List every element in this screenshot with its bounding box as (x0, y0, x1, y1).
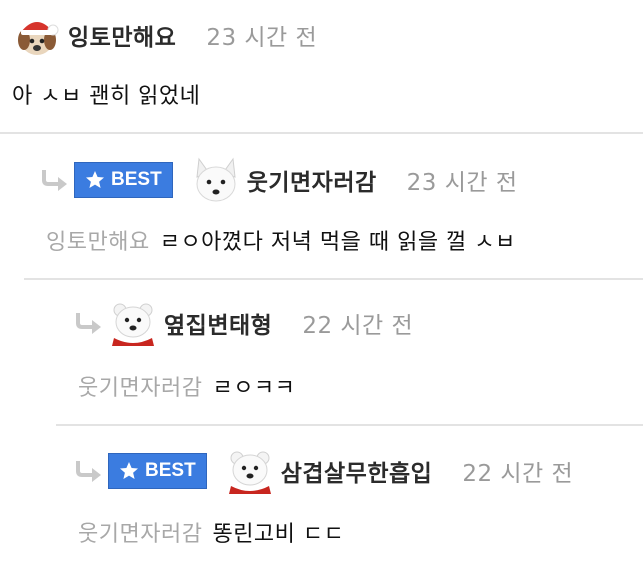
comment-divider (24, 278, 643, 280)
mention-nickname[interactable]: 잉토만해요 (46, 230, 150, 255)
best-badge-label: BEST (111, 169, 162, 190)
comment-time: 22 시간 전 (462, 461, 574, 487)
reply-arrow-icon (74, 459, 104, 483)
comment-time: 22 시간 전 (302, 313, 414, 339)
best-badge-label: BEST (145, 460, 196, 481)
polar-bear-avatar-icon[interactable] (225, 446, 275, 496)
comment-header: BEST 웃기면자러감 23 시간 전 (40, 155, 518, 205)
comment-text: 똥린고비 ㄷㄷ (212, 522, 345, 547)
comment-text: ㄹㅇㅋㅋ (212, 376, 296, 401)
comment-time: 23 시간 전 (206, 25, 318, 51)
comment-nickname[interactable]: 옆집변태형 (164, 306, 272, 340)
comment-time: 23 시간 전 (406, 170, 518, 196)
comment-header: 옆집변태형 22 시간 전 (74, 298, 413, 348)
white-fox-avatar-icon[interactable] (191, 155, 241, 205)
comment-divider (56, 424, 643, 426)
best-badge: BEST (74, 162, 173, 198)
best-badge: BEST (108, 453, 207, 489)
comment-text: ㄹㅇ아꼈다 저녁 먹을 때 읽을 껄 ㅅㅂ (159, 230, 516, 255)
comment-nickname[interactable]: 잉토만해요 (68, 18, 176, 52)
star-icon (86, 171, 104, 188)
comment-nickname[interactable]: 웃기면자러감 (247, 163, 377, 197)
comment-header: 잉토만해요 23 시간 전 (12, 10, 317, 60)
reply-arrow-icon (40, 168, 70, 192)
mention-nickname[interactable]: 웃기면자러감 (78, 522, 202, 547)
comment-nickname[interactable]: 삼겹살무한흡입 (281, 454, 433, 488)
reply-arrow-icon (74, 311, 104, 335)
mention-nickname[interactable]: 웃기면자러감 (78, 376, 202, 401)
star-icon (120, 462, 138, 479)
comment-text-line: 웃기면자러감 ㄹㅇㅋㅋ (78, 370, 295, 402)
comment-text: 아 ㅅㅂ 괜히 읽었네 (12, 84, 201, 109)
comment-text-line: 잉토만해요 ㄹㅇ아꼈다 저녁 먹을 때 읽을 껄 ㅅㅂ (46, 224, 516, 256)
comment-divider (0, 132, 643, 134)
polar-bear-avatar-icon[interactable] (108, 298, 158, 348)
comment-header: BEST 삼겹살무한흡입 22 시간 전 (74, 446, 573, 496)
comment-text-line: 웃기면자러감 똥린고비 ㄷㄷ (78, 516, 344, 548)
puppy-avatar-icon[interactable] (12, 10, 62, 60)
